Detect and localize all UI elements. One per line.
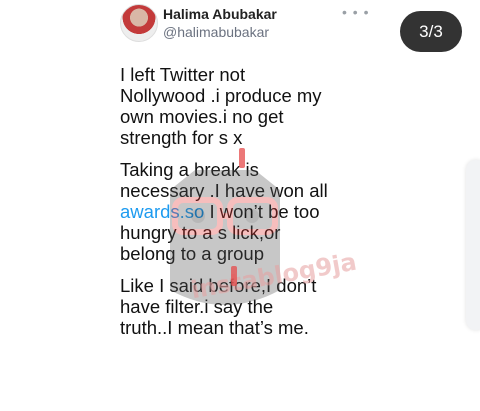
censor-mark bbox=[231, 266, 237, 286]
awards-link[interactable]: awards.so bbox=[120, 201, 204, 222]
author-handle[interactable]: @halimabubakar bbox=[163, 24, 269, 40]
tweet-text: I left Twitter not Nollywood .i produce … bbox=[120, 64, 370, 349]
censor-mark bbox=[239, 148, 245, 168]
tweet-paragraph-2: Taking a break is necessary .I have won … bbox=[120, 159, 370, 264]
more-horizontal-icon[interactable]: • • • bbox=[342, 4, 369, 20]
tweet-paragraph-2-start: Taking a break is necessary .I have won … bbox=[120, 159, 328, 201]
avatar[interactable] bbox=[120, 4, 158, 42]
author-display-name[interactable]: Halima Abubakar bbox=[163, 6, 277, 22]
scroll-handle[interactable] bbox=[466, 160, 480, 330]
page-indicator-badge: 3/3 bbox=[400, 11, 462, 52]
tweet-paragraph-1: I left Twitter not Nollywood .i produce … bbox=[120, 64, 322, 148]
